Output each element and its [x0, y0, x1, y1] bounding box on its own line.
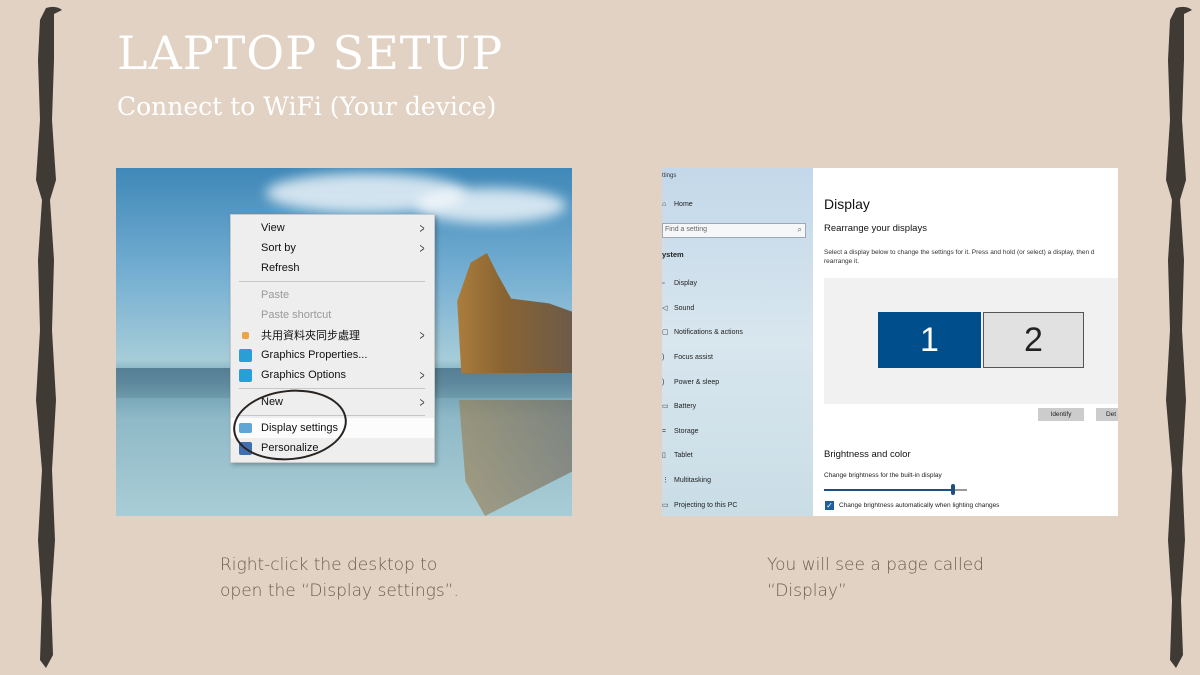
nav-label: Power & sleep: [674, 378, 720, 386]
display-arrangement-area: 1 2: [824, 278, 1118, 404]
search-icon: ⌕: [797, 225, 802, 234]
chevron-right-icon: >: [419, 327, 425, 343]
chevron-right-icon: >: [419, 367, 425, 383]
settings-main-pane: Display Rearrange your displays Select a…: [813, 168, 1118, 516]
cloud: [416, 188, 566, 223]
nav-item-tablet[interactable]: ▯ Tablet: [662, 449, 693, 461]
graphics-icon: [239, 368, 252, 382]
left-caption-line1: Right-click the desktop to: [220, 555, 438, 575]
menu-item-label: Graphics Options: [261, 369, 346, 381]
desktop-screenshot: View > Sort by > Refresh Paste Paste sho…: [116, 168, 572, 516]
rearrange-description: Select a display below to change the set…: [824, 249, 1095, 265]
auto-brightness-label: Change brightness automatically when lig…: [839, 502, 1000, 509]
nav-label: Storage: [674, 427, 699, 435]
menu-item-graphics-properties[interactable]: Graphics Properties...: [231, 345, 434, 365]
menu-item-paste-shortcut[interactable]: Paste shortcut: [231, 305, 434, 325]
nav-label: Focus assist: [674, 353, 713, 361]
storage-icon: =: [662, 427, 667, 435]
menu-item-label: 共用資料夾同步處理: [261, 330, 360, 342]
rock-formation: [457, 253, 572, 373]
auto-brightness-checkbox[interactable]: ✓: [825, 501, 834, 510]
brightness-slider[interactable]: [824, 484, 967, 495]
battery-icon: ▭: [662, 403, 669, 410]
display-1-tile[interactable]: 1: [878, 312, 981, 368]
menu-item-label: Sort by: [261, 242, 296, 254]
menu-item-label: Graphics Properties...: [261, 349, 368, 361]
right-caption: You will see a page called “Display”: [767, 552, 984, 604]
nav-label: Projecting to this PC: [674, 501, 738, 509]
rearrange-heading: Rearrange your displays: [824, 223, 927, 234]
brightness-heading: Brightness and color: [824, 449, 911, 460]
search-input[interactable]: Find a setting ⌕: [662, 223, 806, 238]
rock-reflection: [459, 400, 572, 516]
right-caption-line2: “Display”: [767, 581, 847, 601]
nav-section-title: ystem: [662, 250, 684, 259]
left-caption: Right-click the desktop to open the “Dis…: [220, 552, 459, 604]
menu-item-refresh[interactable]: Refresh: [231, 258, 434, 278]
settings-sidebar: ttings ⌂ Home Find a setting ⌕ ystem ▫ Di…: [662, 168, 813, 516]
display-settings-screenshot: ttings ⌂ Home Find a setting ⌕ ystem ▫ Di…: [662, 168, 1118, 516]
left-caption-line2: open the “Display settings”.: [220, 581, 459, 601]
nav-label: Sound: [674, 304, 695, 312]
nav-home[interactable]: ⌂ Home: [662, 198, 693, 210]
nav-item-notifications[interactable]: ▢ Notifications & actions: [662, 326, 743, 338]
nav-label: Tablet: [674, 451, 693, 459]
decorative-brush-stroke-right: [1166, 6, 1192, 668]
slider-fill: [824, 489, 953, 491]
notification-icon: ▢: [662, 329, 669, 336]
moon-icon: ): [662, 353, 665, 361]
monitor-icon: ▫: [662, 279, 665, 287]
window-title: ttings: [662, 173, 677, 179]
nav-label: Display: [674, 279, 697, 287]
search-placeholder: Find a setting: [665, 226, 708, 233]
detect-button[interactable]: Det: [1096, 408, 1118, 421]
chevron-right-icon: >: [419, 240, 425, 256]
nav-item-sound[interactable]: ◁ Sound: [662, 302, 694, 314]
nav-item-battery[interactable]: ▭ Battery: [662, 400, 696, 412]
menu-item-view[interactable]: View >: [231, 218, 434, 238]
projector-icon: ▭: [662, 502, 669, 509]
home-icon: ⌂: [662, 200, 667, 208]
menu-item-graphics-options[interactable]: Graphics Options >: [231, 365, 434, 385]
nav-item-focus-assist[interactable]: ) Focus assist: [662, 351, 713, 363]
brightness-label: Change brightness for the built-in displ…: [824, 472, 942, 479]
chevron-right-icon: >: [419, 394, 425, 410]
tablet-icon: ▯: [662, 452, 666, 459]
menu-item-sync-folder[interactable]: 共用資料夾同步處理 >: [231, 325, 434, 345]
menu-item-label: Paste: [261, 289, 290, 301]
page-title: Display: [824, 196, 870, 212]
nav-item-display[interactable]: ▫ Display: [662, 277, 697, 289]
menu-separator: [239, 388, 425, 389]
menu-item-label: Refresh: [261, 262, 300, 274]
nav-label: Home: [674, 200, 693, 208]
nav-label: Battery: [674, 402, 697, 410]
nav-item-power-sleep[interactable]: ) Power & sleep: [662, 376, 719, 388]
menu-item-label: View: [261, 222, 285, 234]
slider-thumb[interactable]: [950, 484, 955, 495]
multitasking-icon: ⋮: [662, 477, 669, 484]
graphics-icon: [239, 348, 252, 362]
identify-button[interactable]: Identify: [1038, 408, 1084, 421]
slide-subtitle: Connect to WiFi (Your device): [117, 92, 497, 121]
nav-label: Notifications & actions: [674, 328, 743, 336]
nav-label: Multitasking: [674, 476, 711, 484]
display-2-tile[interactable]: 2: [983, 312, 1084, 368]
slide-title: LAPTOP SETUP: [117, 26, 504, 80]
chevron-right-icon: >: [419, 220, 425, 236]
speaker-icon: ◁: [662, 305, 668, 312]
right-caption-line1: You will see a page called: [767, 555, 984, 575]
menu-item-sort-by[interactable]: Sort by >: [231, 238, 434, 258]
menu-item-label: Paste shortcut: [261, 309, 332, 321]
sync-folder-icon: [242, 331, 249, 339]
nav-item-multitasking[interactable]: ⋮ Multitasking: [662, 474, 711, 486]
menu-item-paste[interactable]: Paste: [231, 285, 434, 305]
nav-item-projecting[interactable]: ▭ Projecting to this PC: [662, 499, 737, 511]
menu-separator: [239, 281, 425, 282]
power-icon: ): [662, 378, 665, 386]
decorative-brush-stroke-left: [36, 6, 62, 668]
nav-item-storage[interactable]: = Storage: [662, 425, 699, 437]
